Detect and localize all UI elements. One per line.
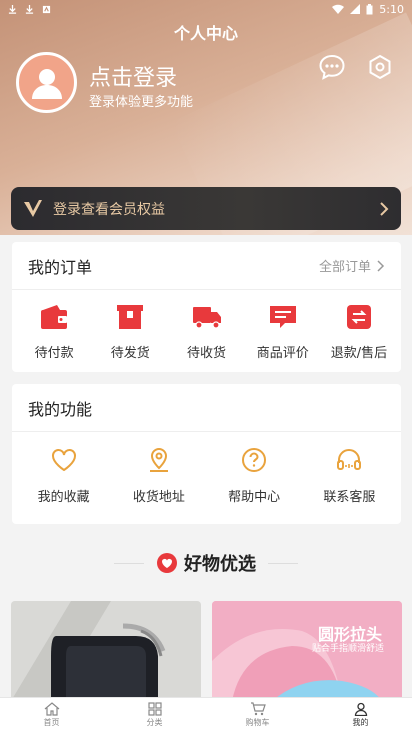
login-button[interactable]: 点击登录 bbox=[89, 60, 177, 92]
order-review[interactable]: 商品评价 bbox=[245, 304, 321, 361]
home-icon bbox=[44, 702, 59, 716]
order-pending-receipt[interactable]: 待收货 bbox=[168, 304, 244, 361]
message-button[interactable] bbox=[318, 53, 346, 81]
function-customer-service[interactable]: 联系客服 bbox=[302, 446, 397, 505]
headset-icon bbox=[337, 449, 362, 470]
featured-section-header: 好物优选 bbox=[0, 548, 412, 578]
signal-icon bbox=[350, 4, 361, 14]
tab-home[interactable]: 首页 bbox=[0, 698, 103, 732]
vip-text: 登录查看会员权益 bbox=[53, 201, 165, 218]
functions-card: 我的功能 我的收藏 收货地址 帮助中心 联系客服 bbox=[12, 384, 401, 524]
tab-mine[interactable]: 我的 bbox=[309, 698, 412, 732]
tab-cart[interactable]: 购物车 bbox=[206, 698, 309, 732]
app-notification-icon bbox=[42, 5, 51, 13]
download-icon bbox=[8, 4, 17, 14]
login-subtitle: 登录体验更多功能 bbox=[89, 95, 194, 110]
product-card[interactable]: 圆形拉头 贴合手指顺滑舒适 bbox=[212, 601, 402, 701]
wallet-icon bbox=[41, 305, 68, 329]
order-label: 待收货 bbox=[187, 346, 227, 361]
heart-icon bbox=[51, 449, 76, 472]
download-icon bbox=[25, 4, 34, 14]
function-favorites[interactable]: 我的收藏 bbox=[16, 446, 111, 505]
tab-label: 首页 bbox=[43, 718, 60, 727]
all-orders-label: 全部订单 bbox=[318, 260, 371, 275]
cart-icon bbox=[250, 702, 266, 716]
function-label: 联系客服 bbox=[323, 490, 376, 505]
function-label: 帮助中心 bbox=[228, 490, 281, 505]
wifi-icon bbox=[332, 4, 345, 14]
help-icon bbox=[242, 448, 267, 472]
bottom-tab-bar: 首页 分类 购物车 我的 bbox=[0, 697, 412, 732]
divider bbox=[114, 562, 144, 564]
vip-v-icon bbox=[24, 199, 42, 217]
product-banner-subtext: 贴合手指顺滑舒适 bbox=[312, 644, 385, 654]
featured-title: 好物优选 bbox=[184, 554, 256, 575]
status-bar: 5:10 bbox=[0, 0, 412, 18]
order-label: 待发货 bbox=[110, 346, 150, 361]
chevron-right-icon bbox=[377, 259, 385, 272]
product-card[interactable] bbox=[11, 601, 201, 701]
function-address[interactable]: 收货地址 bbox=[111, 446, 206, 505]
function-label: 收货地址 bbox=[132, 490, 185, 505]
tab-label: 购物车 bbox=[245, 718, 270, 727]
order-label: 商品评价 bbox=[256, 346, 309, 361]
order-label: 待付款 bbox=[34, 346, 74, 361]
location-icon bbox=[149, 448, 168, 472]
function-help[interactable]: 帮助中心 bbox=[207, 446, 302, 505]
all-orders-link[interactable]: 全部订单 bbox=[319, 256, 385, 275]
category-icon bbox=[147, 702, 162, 716]
order-refund[interactable]: 退款/售后 bbox=[321, 304, 397, 361]
heart-badge-icon bbox=[157, 553, 177, 573]
status-time: 5:10 bbox=[379, 2, 404, 16]
functions-title: 我的功能 bbox=[28, 399, 93, 419]
chat-bubble-icon bbox=[319, 54, 345, 80]
tab-label: 我的 bbox=[352, 718, 369, 727]
comment-icon bbox=[269, 306, 296, 328]
order-pending-payment[interactable]: 待付款 bbox=[16, 304, 92, 361]
avatar[interactable] bbox=[16, 52, 77, 113]
vip-banner[interactable]: 登录查看会员权益 bbox=[11, 187, 401, 230]
page-title: 个人中心 bbox=[173, 24, 238, 43]
order-label: 退款/售后 bbox=[330, 346, 388, 361]
product-image bbox=[11, 601, 201, 701]
order-pending-shipment[interactable]: 待发货 bbox=[92, 304, 168, 361]
function-label: 我的收藏 bbox=[37, 490, 90, 505]
tab-category[interactable]: 分类 bbox=[103, 698, 206, 732]
settings-button[interactable] bbox=[366, 53, 394, 81]
gear-icon bbox=[369, 54, 391, 80]
tab-label: 分类 bbox=[146, 718, 163, 727]
package-icon bbox=[117, 305, 144, 329]
divider bbox=[268, 562, 298, 564]
refund-icon bbox=[346, 305, 371, 329]
user-silhouette-icon bbox=[31, 68, 62, 99]
orders-title: 我的订单 bbox=[28, 257, 93, 277]
user-icon bbox=[354, 702, 367, 716]
chevron-right-icon bbox=[380, 201, 389, 216]
orders-card: 我的订单 全部订单 待付款 待发货 待收货 商品评价 退款/售后 bbox=[12, 242, 401, 372]
truck-icon bbox=[192, 307, 221, 329]
battery-icon bbox=[366, 3, 373, 14]
